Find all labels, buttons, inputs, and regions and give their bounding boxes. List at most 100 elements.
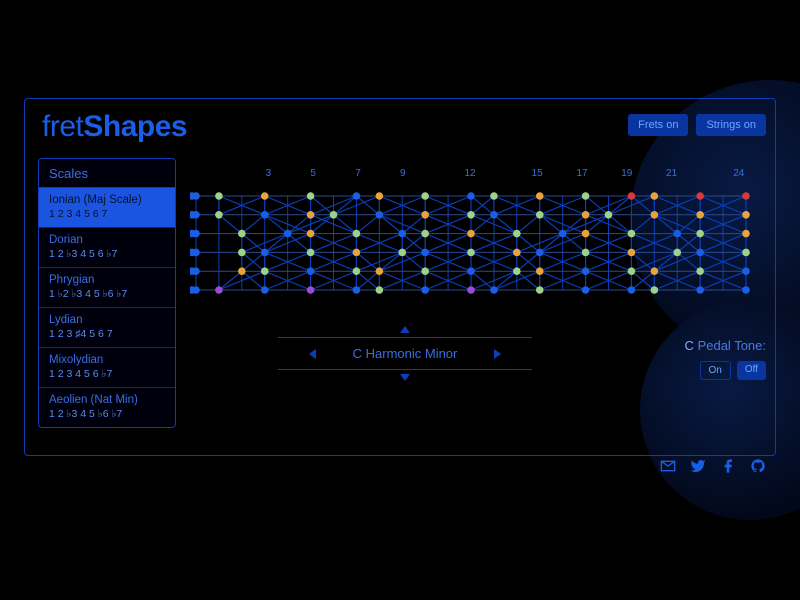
note-dot[interactable] — [467, 211, 475, 219]
note-dot[interactable] — [696, 267, 704, 275]
note-dot[interactable] — [536, 286, 544, 294]
note-dot[interactable] — [536, 211, 544, 219]
note-dot[interactable] — [673, 249, 681, 257]
note-dot[interactable] — [742, 211, 750, 219]
note-dot[interactable] — [261, 249, 269, 257]
note-dot[interactable] — [513, 267, 521, 275]
note-dot[interactable] — [559, 230, 567, 238]
note-dot[interactable] — [742, 267, 750, 275]
pedal-on-button[interactable]: On — [700, 361, 731, 380]
note-dot[interactable] — [628, 286, 636, 294]
strings-toggle-button[interactable]: Strings on — [696, 114, 766, 136]
note-dot[interactable] — [238, 249, 246, 257]
note-dot[interactable] — [651, 286, 659, 294]
selector-right-arrow[interactable] — [494, 349, 501, 359]
note-dot[interactable] — [582, 267, 590, 275]
note-dot[interactable] — [628, 192, 636, 200]
note-dot[interactable] — [376, 267, 384, 275]
scale-item[interactable]: Phrygian1 ♭2 ♭3 4 5 ♭6 ♭7 — [39, 268, 175, 308]
note-dot[interactable] — [192, 211, 200, 219]
pedal-off-button[interactable]: Off — [737, 361, 766, 380]
note-dot[interactable] — [467, 230, 475, 238]
note-dot[interactable] — [582, 192, 590, 200]
note-dot[interactable] — [215, 286, 223, 294]
note-dot[interactable] — [536, 192, 544, 200]
selector-down-arrow[interactable] — [400, 374, 410, 381]
note-dot[interactable] — [467, 192, 475, 200]
note-dot[interactable] — [421, 267, 429, 275]
note-dot[interactable] — [467, 286, 475, 294]
scale-item[interactable]: Dorian1 2 ♭3 4 5 6 ♭7 — [39, 228, 175, 268]
note-dot[interactable] — [696, 192, 704, 200]
note-dot[interactable] — [421, 230, 429, 238]
note-dot[interactable] — [192, 230, 200, 238]
note-dot[interactable] — [628, 267, 636, 275]
mail-icon[interactable] — [660, 458, 676, 474]
note-dot[interactable] — [307, 230, 315, 238]
note-dot[interactable] — [651, 267, 659, 275]
note-dot[interactable] — [353, 286, 361, 294]
selector-left-arrow[interactable] — [309, 349, 316, 359]
note-dot[interactable] — [696, 211, 704, 219]
facebook-icon[interactable] — [720, 458, 736, 474]
note-dot[interactable] — [696, 286, 704, 294]
fretboard-diagram[interactable] — [190, 188, 750, 298]
note-dot[interactable] — [215, 211, 223, 219]
note-dot[interactable] — [376, 211, 384, 219]
note-dot[interactable] — [742, 192, 750, 200]
note-dot[interactable] — [467, 249, 475, 257]
note-dot[interactable] — [421, 286, 429, 294]
twitter-icon[interactable] — [690, 458, 706, 474]
note-dot[interactable] — [353, 192, 361, 200]
note-dot[interactable] — [651, 211, 659, 219]
note-dot[interactable] — [421, 192, 429, 200]
note-dot[interactable] — [330, 211, 338, 219]
note-dot[interactable] — [513, 230, 521, 238]
note-dot[interactable] — [238, 267, 246, 275]
note-dot[interactable] — [582, 249, 590, 257]
scale-item[interactable]: Lydian1 2 3 ♯4 5 6 7 — [39, 308, 175, 348]
note-dot[interactable] — [192, 249, 200, 257]
note-dot[interactable] — [215, 192, 223, 200]
note-dot[interactable] — [307, 192, 315, 200]
note-dot[interactable] — [582, 286, 590, 294]
note-dot[interactable] — [307, 249, 315, 257]
note-dot[interactable] — [536, 249, 544, 257]
note-dot[interactable] — [582, 230, 590, 238]
note-dot[interactable] — [490, 192, 498, 200]
note-dot[interactable] — [696, 249, 704, 257]
note-dot[interactable] — [261, 286, 269, 294]
selector-up-arrow[interactable] — [400, 326, 410, 333]
note-dot[interactable] — [261, 192, 269, 200]
note-dot[interactable] — [490, 286, 498, 294]
note-dot[interactable] — [192, 192, 200, 200]
note-dot[interactable] — [582, 211, 590, 219]
note-dot[interactable] — [353, 249, 361, 257]
note-dot[interactable] — [398, 230, 406, 238]
note-dot[interactable] — [536, 267, 544, 275]
note-dot[interactable] — [376, 192, 384, 200]
note-dot[interactable] — [673, 230, 681, 238]
note-dot[interactable] — [238, 230, 246, 238]
note-dot[interactable] — [261, 211, 269, 219]
note-dot[interactable] — [353, 267, 361, 275]
note-dot[interactable] — [261, 267, 269, 275]
note-dot[interactable] — [353, 230, 361, 238]
note-dot[interactable] — [513, 249, 521, 257]
note-dot[interactable] — [742, 249, 750, 257]
note-dot[interactable] — [307, 211, 315, 219]
note-dot[interactable] — [421, 249, 429, 257]
note-dot[interactable] — [284, 230, 292, 238]
note-dot[interactable] — [628, 249, 636, 257]
note-dot[interactable] — [421, 211, 429, 219]
note-dot[interactable] — [398, 249, 406, 257]
frets-toggle-button[interactable]: Frets on — [628, 114, 688, 136]
scale-item[interactable]: Mixolydian1 2 3 4 5 6 ♭7 — [39, 348, 175, 388]
note-dot[interactable] — [605, 211, 613, 219]
github-icon[interactable] — [750, 458, 766, 474]
scale-item[interactable]: Aeolien (Nat Min)1 2 ♭3 4 5 ♭6 ♭7 — [39, 388, 175, 427]
note-dot[interactable] — [376, 286, 384, 294]
note-dot[interactable] — [742, 286, 750, 294]
note-dot[interactable] — [192, 267, 200, 275]
note-dot[interactable] — [307, 286, 315, 294]
